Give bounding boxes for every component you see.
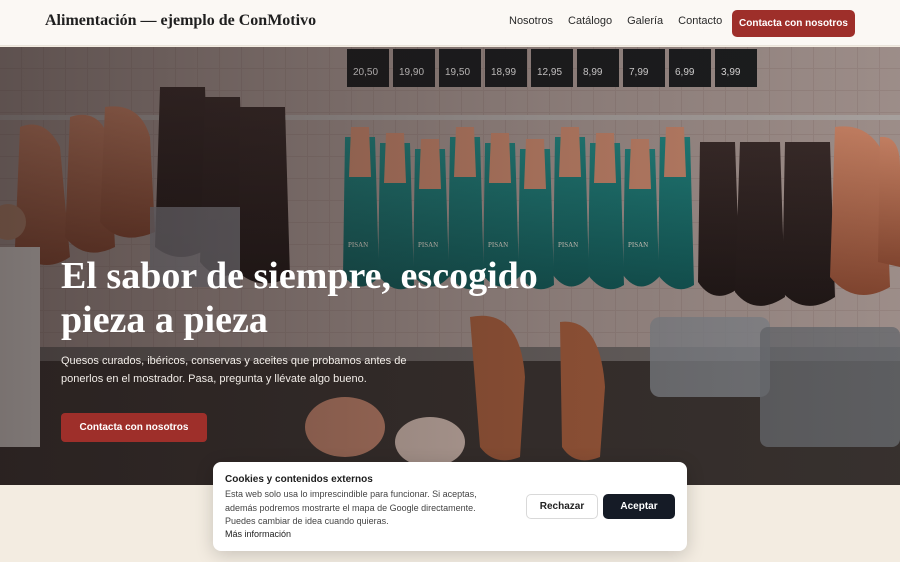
cookie-banner: Cookies y contenidos externos Esta web s… [213, 462, 687, 551]
reject-cookies-button[interactable]: Rechazar [526, 494, 598, 519]
main-nav: Nosotros Catálogo Galería Contacto [509, 15, 737, 27]
hero-title: El sabor de siempre, escogido pieza a pi… [61, 255, 538, 341]
nav-link-nosotros[interactable]: Nosotros [509, 15, 553, 27]
brand-logo[interactable]: Alimentación — ejemplo de ConMotivo [45, 12, 316, 30]
site-header: Alimentación — ejemplo de ConMotivo Noso… [0, 0, 900, 46]
hero-section: 20,5019,9019,5018,9912,958,997,996,993,9… [0, 47, 900, 485]
hero-subtitle: Quesos curados, ibéricos, conservas y ac… [61, 355, 407, 385]
nav-link-galeria[interactable]: Galería [627, 15, 663, 27]
hero-contact-button[interactable]: Contacta con nosotros [61, 413, 207, 442]
cookie-text: Esta web solo usa lo imprescindible para… [225, 489, 477, 526]
header-contact-button[interactable]: Contacta con nosotros [732, 10, 855, 37]
nav-link-catalogo[interactable]: Catálogo [568, 15, 612, 27]
cookie-more-info-link[interactable]: Más información [225, 529, 291, 539]
cookie-title: Cookies y contenidos externos [225, 474, 373, 485]
accept-cookies-button[interactable]: Aceptar [603, 494, 675, 519]
nav-link-contacto[interactable]: Contacto [678, 15, 722, 27]
